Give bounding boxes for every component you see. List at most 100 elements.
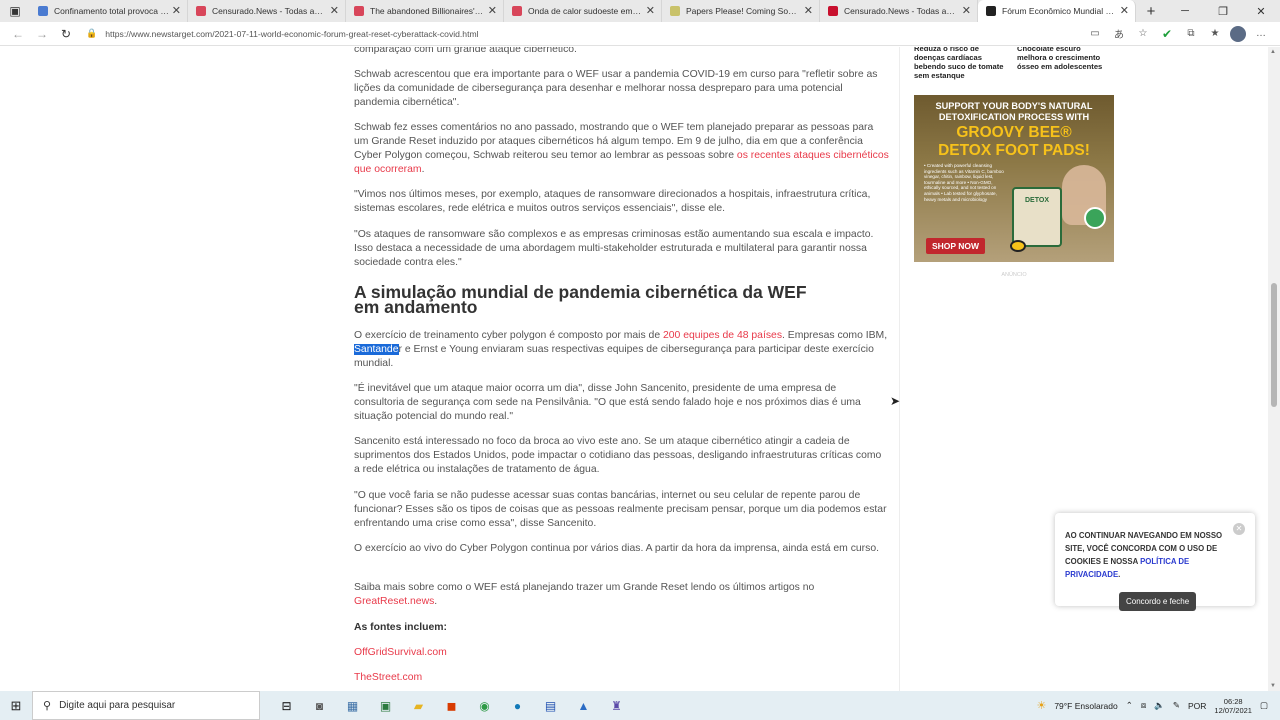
ad-headline: SUPPORT YOUR BODY'S NATURAL DETOXIFICATI… [935, 101, 1093, 122]
column-divider [899, 47, 900, 691]
taskbar-search[interactable]: ⚲ Digite aqui para pesquisar [32, 691, 260, 720]
window-controls: ─ ❐ ✕ [1166, 0, 1280, 22]
paragraph: Schwab fez esses comentários no ano pass… [354, 121, 889, 177]
selected-text[interactable]: Santande [354, 344, 399, 355]
cookie-period: . [1118, 570, 1121, 579]
volume-icon[interactable]: 🔈 [1154, 700, 1165, 711]
translate-icon[interactable]: あ [1110, 26, 1128, 41]
browser-tab-bar: ▣ Confinamento total provoca fuç ✕ Censura… [0, 0, 1280, 22]
lock-icon[interactable]: 🔒 [86, 28, 97, 39]
tab-title: Confinamento total provoca fuç [54, 6, 169, 16]
photos-app-icon[interactable]: ▲ [567, 699, 600, 713]
refresh-icon[interactable]: ↻ [54, 27, 78, 41]
search-icon: ⚲ [43, 700, 52, 712]
file-explorer-icon[interactable]: ▰ [402, 699, 435, 713]
pen-icon[interactable]: ✎ [1173, 700, 1180, 711]
tab-close-icon[interactable]: ✕ [1120, 4, 1129, 17]
favorites-icon[interactable]: ★ [1206, 28, 1224, 39]
tab-title: The abandoned Billionaires' Ro [370, 6, 485, 16]
tab-title: Censurado.News - Todas as not [844, 6, 959, 16]
new-tab-button[interactable]: + [1136, 0, 1166, 22]
sidebar-news-item[interactable]: Reduza o risco de doenças cardíacas bebe… [914, 47, 1006, 80]
paragraph-text: Saiba mais sobre como o WEF está planeja… [354, 582, 815, 593]
chrome-app-icon[interactable]: ◉ [468, 699, 501, 713]
scroll-up-icon[interactable]: ▲ [1270, 49, 1276, 55]
detox-ad-banner[interactable]: SUPPORT YOUR BODY'S NATURAL DETOXIFICATI… [914, 95, 1114, 262]
camera-app-icon[interactable]: ◙ [303, 699, 336, 713]
reader-view-icon[interactable]: ▭ [1086, 28, 1104, 39]
accept-cookies-button[interactable]: Concordo e feche [1119, 592, 1197, 611]
tab-favicon-icon [670, 6, 680, 16]
sidebar-news-item[interactable]: Chocolate escuro melhora o crescimento ó… [1017, 47, 1109, 71]
ad-bullets: • Created with powerful cleansing ingred… [924, 163, 1004, 202]
paragraph-text: r e Ernst e Young enviaram suas respecti… [354, 344, 874, 369]
paragraph: "Vimos nos últimos meses, por exemplo, a… [354, 189, 871, 214]
article-link[interactable]: 200 equipes de 48 países [663, 330, 782, 341]
close-window-icon[interactable]: ✕ [1242, 0, 1280, 22]
tab-close-icon[interactable]: ✕ [962, 4, 971, 17]
scrollbar-thumb[interactable] [1271, 283, 1277, 407]
url-text[interactable]: https://www.newstarget.com/2021-07-11-wo… [105, 29, 478, 39]
address-bar: ← → ↻ 🔒 https://www.newstarget.com/2021-… [0, 22, 1280, 46]
ad-label: ANÚNCIO [1001, 272, 1027, 278]
source-link[interactable]: TheStreet.com [354, 672, 422, 683]
weather-text[interactable]: 79°F Ensolarado [1054, 701, 1117, 711]
notifications-icon[interactable]: ▢ [1260, 700, 1268, 711]
calendar-app-icon[interactable]: ▤ [534, 699, 567, 713]
browser-tab[interactable]: Censurado.News - Todas as not ✕ [188, 0, 346, 22]
browser-tab[interactable]: Papers Please! Coming Soon, 'I ✕ [662, 0, 820, 22]
media-app-icon[interactable]: ▣ [369, 699, 402, 713]
page-scrollbar[interactable]: ▲ ▼ [1268, 47, 1280, 691]
tray-up-icon[interactable]: ⌃ [1126, 700, 1133, 711]
more-menu-icon[interactable]: … [1252, 28, 1270, 39]
source-link[interactable]: OffGridSurvival.com [354, 647, 447, 658]
paragraph: "É inevitável que um ataque maior ocorra… [354, 383, 861, 422]
tab-close-icon[interactable]: ✕ [646, 4, 655, 17]
tab-close-icon[interactable]: ✕ [172, 4, 181, 17]
windows-start-icon[interactable]: ⊞ [0, 698, 32, 714]
office-app-icon[interactable]: ◼ [435, 699, 468, 713]
ad-brand: GROOVY BEE® [956, 124, 1072, 141]
paragraph: O exercício de treinamento cyber polygon… [354, 329, 889, 371]
paragraph: "Os ataques de ransomware são complexos … [354, 229, 874, 268]
paragraph-period: . [421, 164, 425, 175]
tab-favicon-icon [986, 6, 996, 16]
paragraph: comparação com um grande ataque cibernét… [354, 47, 577, 55]
paragraph: Schwab acrescentou que era importante pa… [354, 69, 878, 108]
tab-close-icon[interactable]: ✕ [804, 4, 813, 17]
tab-favicon-icon [512, 6, 522, 16]
language-indicator[interactable]: POR [1188, 701, 1206, 711]
clock[interactable]: 06:28 12/07/2021 [1214, 697, 1252, 715]
network-icon[interactable]: ⧈ [1141, 700, 1146, 711]
favorite-star-icon[interactable]: ☆ [1134, 28, 1152, 39]
article-link[interactable]: GreatReset.news [354, 596, 434, 607]
shop-now-button[interactable]: SHOP NOW [926, 238, 986, 254]
minimize-icon[interactable]: ─ [1166, 0, 1204, 22]
maximize-icon[interactable]: ❐ [1204, 0, 1242, 22]
tab-favicon-icon [196, 6, 206, 16]
forward-icon[interactable]: → [30, 27, 54, 41]
tab-title: Fórum Econômico Mundial prev [1002, 6, 1117, 16]
browser-tab[interactable]: Censurado.News - Todas as not ✕ [820, 0, 978, 22]
task-view-icon[interactable]: ⊟ [270, 699, 303, 713]
edge-app-icon[interactable]: ● [501, 699, 534, 713]
tab-actions-icon[interactable]: ▣ [0, 0, 30, 22]
extension-check-icon[interactable]: ✔ [1158, 27, 1176, 41]
browser-tab[interactable]: Onda de calor sudoeste em má ✕ [504, 0, 662, 22]
browser-tab[interactable]: Fórum Econômico Mundial prev ✕ [978, 0, 1136, 22]
system-tray: ☀ 79°F Ensolarado ⌃ ⧈ 🔈 ✎ POR 06:28 12/0… [1036, 697, 1280, 715]
games-app-icon[interactable]: ♜ [600, 699, 633, 713]
collections-icon[interactable]: ⧉ [1182, 28, 1200, 39]
source-link-item: OffGridSurvival.com [354, 646, 889, 660]
tab-close-icon[interactable]: ✕ [488, 4, 497, 17]
browser-tab[interactable]: The abandoned Billionaires' Ro ✕ [346, 0, 504, 22]
paragraph: Sancenito está interessado no foco da br… [354, 436, 882, 475]
calculator-app-icon[interactable]: ▦ [336, 699, 369, 713]
back-icon[interactable]: ← [6, 27, 30, 41]
tab-close-icon[interactable]: ✕ [330, 4, 339, 17]
profile-avatar[interactable] [1230, 25, 1246, 42]
scroll-down-icon[interactable]: ▼ [1270, 683, 1276, 689]
weather-icon[interactable]: ☀ [1036, 699, 1046, 712]
browser-tab[interactable]: Confinamento total provoca fuç ✕ [30, 0, 188, 22]
url-field[interactable]: 🔒 https://www.newstarget.com/2021-07-11-… [86, 28, 479, 39]
